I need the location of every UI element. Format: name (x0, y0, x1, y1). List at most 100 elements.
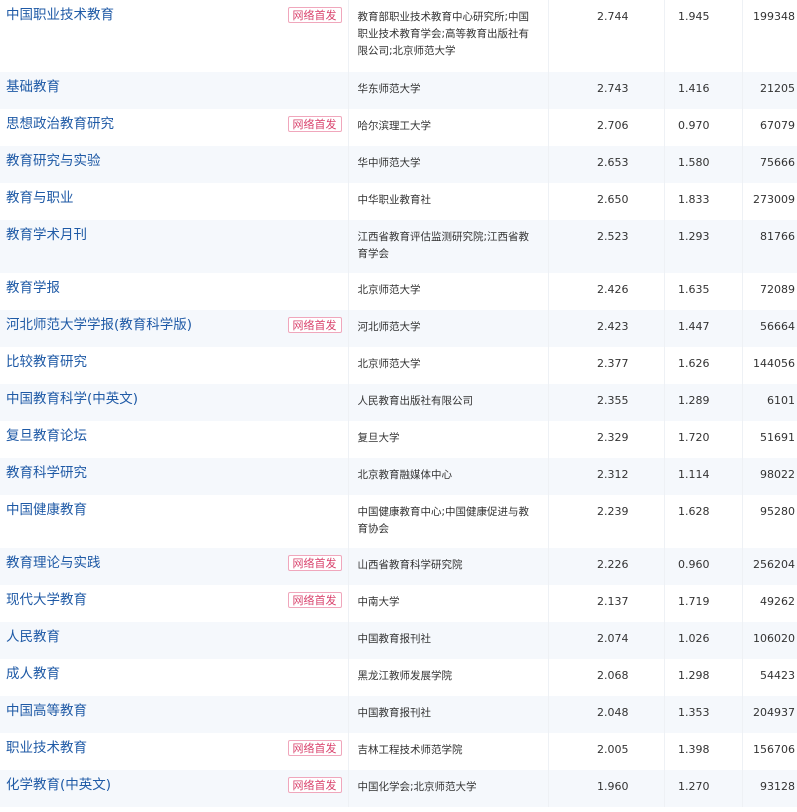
comprehensive-impact-factor-value: 1.945 (678, 10, 710, 23)
table-row: 中国职业技术教育 网络首发 教育部职业技术教育中心研究所;中国职业技术教育学会;高等… (0, 0, 797, 72)
publisher-text: 北京师范大学 (357, 358, 421, 370)
composite-impact-factor-cell: 2.523 (547, 220, 664, 273)
journal-name-link[interactable]: 中国高等教育 (0, 696, 348, 720)
journal-table-body: 中国职业技术教育 网络首发 教育部职业技术教育中心研究所;中国职业技术教育学会;高等… (0, 0, 797, 807)
publisher-text: 北京师范大学 (357, 284, 421, 296)
composite-impact-factor-value: 2.650 (597, 193, 629, 206)
download-count-value: 95280 (760, 505, 795, 518)
comprehensive-impact-factor-cell: 1.353 (663, 696, 742, 733)
composite-impact-factor-cell: 2.650 (547, 183, 664, 220)
publisher-cell: 复旦大学 (347, 421, 548, 458)
publisher-text: 江西省教育评估监测研究院;江西省教育学会 (357, 231, 530, 260)
download-count-cell: 199348 (741, 0, 797, 72)
journal-name-cell: 教育学术月刊 (0, 220, 348, 273)
download-count-value: 273009 (753, 193, 795, 206)
composite-impact-factor-cell: 2.048 (547, 696, 664, 733)
composite-impact-factor-value: 1.960 (597, 780, 629, 793)
comprehensive-impact-factor-cell: 1.628 (663, 495, 742, 548)
journal-name-link[interactable]: 复旦教育论坛 (0, 421, 348, 445)
composite-impact-factor-cell: 1.960 (547, 770, 664, 807)
composite-impact-factor-cell: 2.312 (547, 458, 664, 495)
table-row: 中国健康教育 中国健康教育中心;中国健康促进与教育协会 2.239 1.628 9528… (0, 495, 797, 548)
table-row: 成人教育 黑龙江教师发展学院 2.068 1.298 54423 (0, 659, 797, 696)
download-count-cell: 67079 (741, 109, 797, 146)
publisher-cell: 中国教育报刊社 (347, 622, 548, 659)
comprehensive-impact-factor-value: 1.416 (678, 82, 710, 95)
composite-impact-factor-cell: 2.005 (547, 733, 664, 770)
comprehensive-impact-factor-value: 1.720 (678, 431, 710, 444)
journal-name-link[interactable]: 比较教育研究 (0, 347, 348, 371)
table-row: 教育学报 北京师范大学 2.426 1.635 72089 (0, 273, 797, 310)
journal-name-cell: 教育研究与实验 (0, 146, 348, 183)
journal-name-link[interactable]: 中国教育科学(中英文) (0, 384, 348, 408)
journal-name-cell: 人民教育 (0, 622, 348, 659)
comprehensive-impact-factor-cell: 1.720 (663, 421, 742, 458)
download-count-value: 75666 (760, 156, 795, 169)
journal-name-cell: 中国高等教育 (0, 696, 348, 733)
download-count-cell: 21205 (741, 72, 797, 109)
table-row: 教育与职业 中华职业教育社 2.650 1.833 273009 (0, 183, 797, 220)
composite-impact-factor-value: 2.743 (597, 82, 629, 95)
comprehensive-impact-factor-value: 1.447 (678, 320, 710, 333)
comprehensive-impact-factor-value: 1.719 (678, 595, 710, 608)
table-row: 教育学术月刊 江西省教育评估监测研究院;江西省教育学会 2.523 1.293 8176… (0, 220, 797, 273)
table-row: 中国高等教育 中国教育报刊社 2.048 1.353 204937 (0, 696, 797, 733)
journal-name-cell: 中国健康教育 (0, 495, 348, 548)
download-count-cell: 93128 (741, 770, 797, 807)
table-row: 化学教育(中英文) 网络首发 中国化学会;北京师范大学 1.960 1.270 93128 (0, 770, 797, 807)
download-count-value: 67079 (760, 119, 795, 132)
journal-name-link[interactable]: 人民教育 (0, 622, 348, 646)
comprehensive-impact-factor-value: 1.289 (678, 394, 710, 407)
composite-impact-factor-cell: 2.653 (547, 146, 664, 183)
publisher-text: 中国健康教育中心;中国健康促进与教育协会 (357, 506, 530, 535)
publisher-cell: 江西省教育评估监测研究院;江西省教育学会 (347, 220, 548, 273)
publisher-text: 吉林工程技术师范学院 (357, 744, 463, 756)
table-row: 人民教育 中国教育报刊社 2.074 1.026 106020 (0, 622, 797, 659)
publisher-cell: 河北师范大学 (347, 310, 548, 347)
publisher-cell: 中华职业教育社 (347, 183, 548, 220)
journal-name-link[interactable]: 教育科学研究 (0, 458, 348, 482)
comprehensive-impact-factor-cell: 1.416 (663, 72, 742, 109)
comprehensive-impact-factor-cell: 1.580 (663, 146, 742, 183)
journal-name-link[interactable]: 成人教育 (0, 659, 348, 683)
download-count-value: 51691 (760, 431, 795, 444)
publisher-cell: 中国教育报刊社 (347, 696, 548, 733)
journal-name-link[interactable]: 中国健康教育 (0, 495, 348, 519)
comprehensive-impact-factor-cell: 1.293 (663, 220, 742, 273)
journal-name-link[interactable]: 教育与职业 (0, 183, 348, 207)
composite-impact-factor-value: 2.239 (597, 505, 629, 518)
table-row: 职业技术教育 网络首发 吉林工程技术师范学院 2.005 1.398 156706 (0, 733, 797, 770)
download-count-cell: 156706 (741, 733, 797, 770)
journal-name-cell: 中国职业技术教育 网络首发 (0, 0, 348, 72)
table-row: 教育理论与实践 网络首发 山西省教育科学研究院 2.226 0.960 256204 (0, 548, 797, 585)
download-count-value: 21205 (760, 82, 795, 95)
online-first-badge: 网络首发 (287, 116, 342, 132)
table-row: 教育研究与实验 华中师范大学 2.653 1.580 75666 (0, 146, 797, 183)
journal-name-cell: 教育科学研究 (0, 458, 348, 495)
download-count-cell: 204937 (741, 696, 797, 733)
composite-impact-factor-value: 2.355 (597, 394, 629, 407)
publisher-text: 中国化学会;北京师范大学 (357, 781, 477, 793)
comprehensive-impact-factor-value: 1.833 (678, 193, 710, 206)
journal-name-link[interactable]: 基础教育 (0, 72, 348, 96)
journal-name-cell: 复旦教育论坛 (0, 421, 348, 458)
composite-impact-factor-value: 2.074 (597, 632, 629, 645)
comprehensive-impact-factor-cell: 1.447 (663, 310, 742, 347)
composite-impact-factor-cell: 2.355 (547, 384, 664, 421)
table-row: 基础教育 华东师范大学 2.743 1.416 21205 (0, 72, 797, 109)
comprehensive-impact-factor-value: 1.628 (678, 505, 710, 518)
download-count-cell: 106020 (741, 622, 797, 659)
download-count-value: 54423 (760, 669, 795, 682)
comprehensive-impact-factor-value: 1.580 (678, 156, 710, 169)
download-count-value: 98022 (760, 468, 795, 481)
composite-impact-factor-value: 2.068 (597, 669, 629, 682)
journal-name-link[interactable]: 教育学报 (0, 273, 348, 297)
journal-name-link[interactable]: 教育学术月刊 (0, 220, 348, 244)
composite-impact-factor-value: 2.329 (597, 431, 629, 444)
download-count-value: 256204 (753, 558, 795, 571)
comprehensive-impact-factor-value: 1.270 (678, 780, 710, 793)
composite-impact-factor-value: 2.653 (597, 156, 629, 169)
comprehensive-impact-factor-cell: 1.626 (663, 347, 742, 384)
journal-name-link[interactable]: 教育研究与实验 (0, 146, 348, 170)
online-first-badge: 网络首发 (287, 740, 342, 756)
